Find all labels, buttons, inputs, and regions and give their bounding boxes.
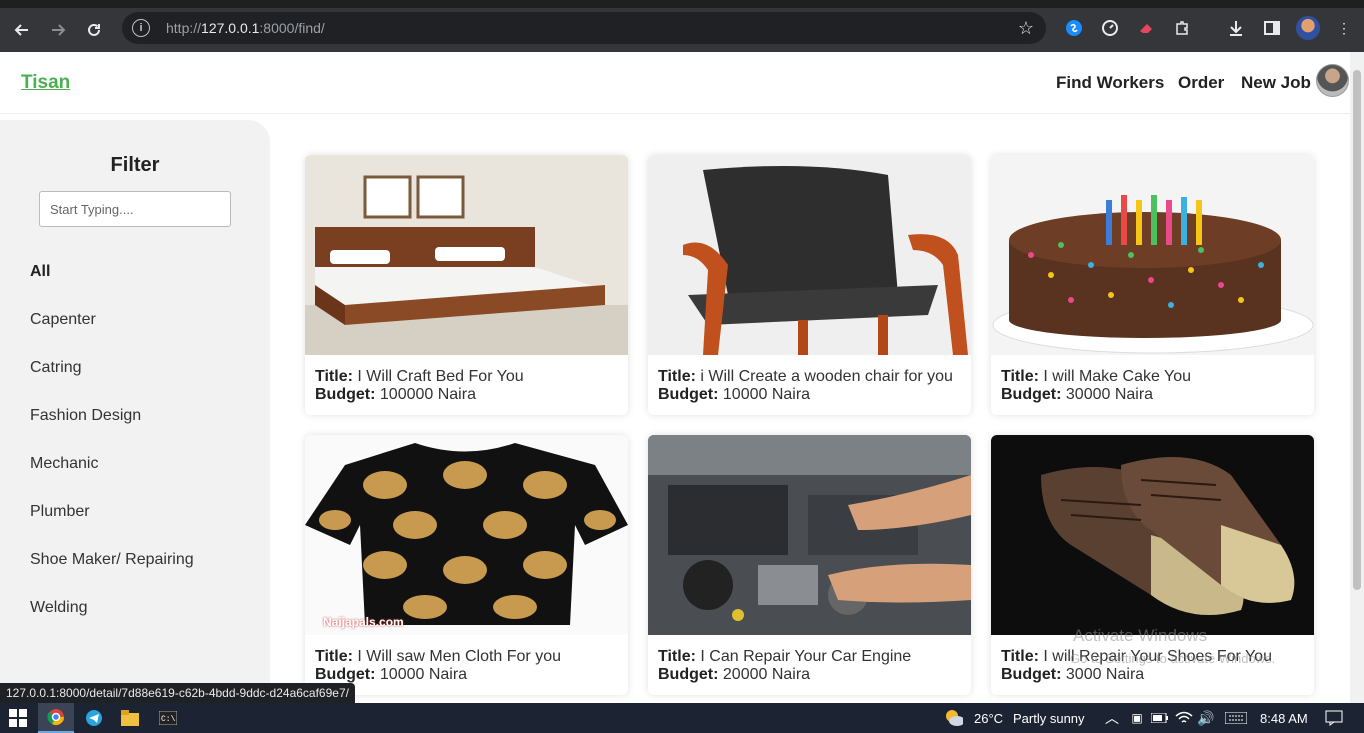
address-bar[interactable]: i http://127.0.0.1:8000/find/ ☆ — [122, 12, 1046, 44]
svg-text:C:\: C:\ — [161, 715, 176, 724]
job-card[interactable]: Title: I will Make Cake You Budget: 3000… — [991, 155, 1314, 415]
category-shoe-maker[interactable]: Shoe Maker/ Repairing — [30, 551, 194, 569]
job-image-chair[interactable] — [648, 155, 971, 355]
shazam-extension-icon[interactable] — [1064, 18, 1084, 38]
app-header: Tisan Find Workers Order New Job — [0, 52, 1350, 114]
profile-avatar-icon[interactable] — [1296, 16, 1320, 40]
chrome-taskbar-icon[interactable] — [38, 703, 74, 733]
job-budget: 20000 Naira — [722, 666, 811, 683]
title-label: Title: — [315, 368, 353, 385]
filter-search-input[interactable] — [39, 191, 231, 227]
windows-start-icon[interactable] — [8, 708, 28, 728]
image-watermark-caption: Naijapals.com — [323, 615, 404, 629]
title-label: Title: — [1001, 368, 1039, 385]
address-url[interactable]: http://127.0.0.1:8000/find/ — [166, 20, 325, 36]
job-title: i Will Create a wooden chair for you — [700, 368, 953, 385]
job-card-meta: Title: I Will Craft Bed For You Budget: … — [315, 368, 524, 404]
job-card[interactable]: Naijapals.com Title: I Will saw Men Clot… — [305, 435, 628, 695]
keyboard-icon[interactable] — [1224, 708, 1248, 728]
eraser-extension-icon[interactable] — [1136, 18, 1156, 38]
job-card-meta: Title: I Will saw Men Cloth For you Budg… — [315, 648, 561, 684]
wifi-icon[interactable] — [1174, 708, 1194, 728]
activate-windows-watermark: Activate Windows — [1073, 626, 1208, 645]
battery-icon[interactable] — [1150, 708, 1170, 728]
meet-now-icon[interactable]: ▣ — [1127, 708, 1147, 728]
menu-kebab-icon[interactable]: ⋮ — [1334, 18, 1354, 38]
clock-time[interactable]: 8:48 AM — [1260, 711, 1308, 726]
user-avatar[interactable] — [1316, 64, 1349, 97]
job-card-meta: Title: i Will Create a wooden chair for … — [658, 368, 953, 404]
chevron-up-icon[interactable]: ︿ — [1102, 708, 1122, 728]
weather-temperature[interactable]: 26°C — [974, 711, 1003, 726]
job-card[interactable]: Title: i Will Create a wooden chair for … — [648, 155, 971, 415]
forward-arrow-icon[interactable] — [40, 12, 76, 48]
file-explorer-taskbar-icon[interactable] — [120, 708, 140, 728]
budget-label: Budget: — [315, 666, 376, 683]
weather-description[interactable]: Partly sunny — [1013, 711, 1085, 726]
activate-windows-subtext: Go to Settings to activate Windows. — [1070, 651, 1276, 666]
download-icon[interactable] — [1226, 18, 1246, 38]
job-budget: 10000 Naira — [379, 666, 468, 683]
job-budget: 10000 Naira — [722, 386, 811, 403]
job-card-meta: Title: I will Make Cake You Budget: 3000… — [1001, 368, 1191, 404]
speaker-icon[interactable]: 🔊 — [1196, 708, 1216, 728]
job-title: I Can Repair Your Car Engine — [700, 648, 912, 665]
link-status-url: 127.0.0.1:8000/detail/7d88e619-c62b-4bdd… — [0, 683, 355, 703]
category-welding[interactable]: Welding — [30, 599, 88, 617]
job-card[interactable]: Title: I Can Repair Your Car Engine Budg… — [648, 435, 971, 695]
bookmark-star-icon[interactable]: ☆ — [1018, 18, 1034, 39]
budget-label: Budget: — [315, 386, 376, 403]
filter-sidebar: Filter All Capenter Catring Fashion Desi… — [0, 120, 270, 720]
title-label: Title: — [658, 648, 696, 665]
job-budget: 3000 Naira — [1065, 666, 1145, 683]
side-panel-icon[interactable] — [1262, 18, 1282, 38]
title-label: Title: — [658, 368, 696, 385]
job-title: I will Make Cake You — [1043, 368, 1192, 385]
category-capenter[interactable]: Capenter — [30, 311, 96, 329]
browser-tab-strip — [0, 0, 1364, 8]
extension-gauge-icon[interactable] — [1100, 18, 1120, 38]
telegram-taskbar-icon[interactable] — [84, 708, 104, 728]
page-scrollbar[interactable] — [1350, 52, 1364, 703]
scrollbar-thumb[interactable] — [1353, 70, 1361, 590]
job-card[interactable]: Title: I Will Craft Bed For You Budget: … — [305, 155, 628, 415]
nav-new-job[interactable]: New Job — [1241, 73, 1311, 93]
budget-label: Budget: — [1001, 386, 1062, 403]
nav-find-workers[interactable]: Find Workers — [1056, 73, 1164, 93]
job-budget: 30000 Naira — [1065, 386, 1154, 403]
job-image-shirt[interactable]: Naijapals.com — [305, 435, 628, 635]
back-arrow-icon[interactable] — [4, 12, 40, 48]
category-plumber[interactable]: Plumber — [30, 503, 90, 521]
title-label: Title: — [1001, 648, 1039, 665]
job-title: I Will saw Men Cloth For you — [357, 648, 561, 665]
budget-label: Budget: — [1001, 666, 1062, 683]
windows-taskbar: C:\ 26°C Partly sunny ︿ ▣ 🔊 8:48 AM — [0, 703, 1364, 733]
site-info-icon[interactable]: i — [132, 19, 150, 37]
browser-toolbar: i http://127.0.0.1:8000/find/ ☆ ⋮ — [0, 8, 1364, 52]
job-image-engine[interactable] — [648, 435, 971, 635]
job-image-cake[interactable] — [991, 155, 1314, 355]
job-card-meta: Title: I Can Repair Your Car Engine Budg… — [658, 648, 911, 684]
filter-title: Filter — [110, 154, 160, 176]
category-catring[interactable]: Catring — [30, 359, 82, 377]
category-all[interactable]: All — [30, 263, 50, 281]
title-label: Title: — [315, 648, 353, 665]
notifications-icon[interactable] — [1324, 708, 1344, 728]
extensions-puzzle-icon[interactable] — [1172, 18, 1192, 38]
reload-icon[interactable] — [76, 12, 112, 48]
job-budget: 100000 Naira — [379, 386, 476, 403]
weather-partly-sunny-icon[interactable] — [943, 708, 963, 728]
terminal-taskbar-icon[interactable]: C:\ — [158, 708, 178, 728]
category-mechanic[interactable]: Mechanic — [30, 455, 98, 473]
job-image-bed[interactable] — [305, 155, 628, 355]
category-fashion-design[interactable]: Fashion Design — [30, 407, 141, 425]
budget-label: Budget: — [658, 666, 719, 683]
job-image-shoes[interactable] — [991, 435, 1314, 635]
nav-order[interactable]: Order — [1178, 73, 1224, 93]
job-title: I Will Craft Bed For You — [357, 368, 524, 385]
brand-logo-link[interactable]: Tisan — [21, 72, 70, 94]
budget-label: Budget: — [658, 386, 719, 403]
